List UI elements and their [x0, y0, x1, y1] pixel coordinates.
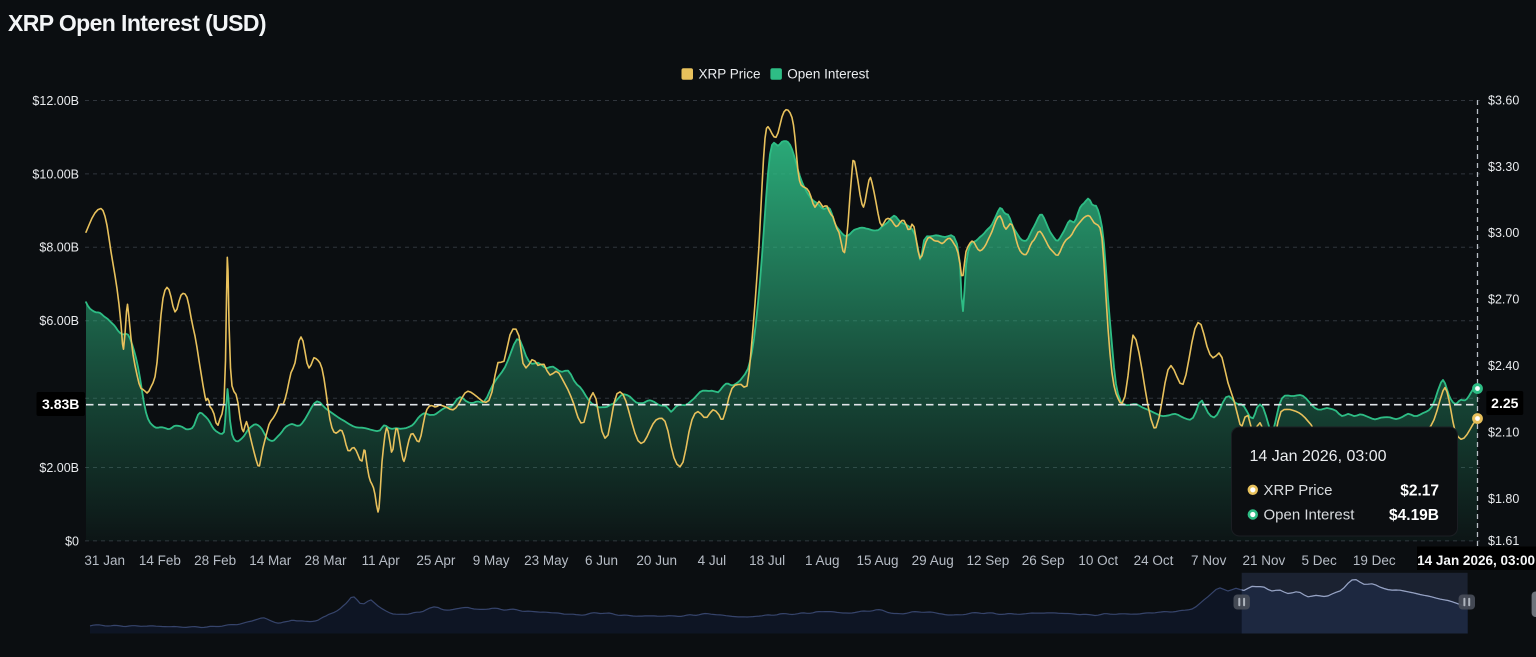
svg-text:10 Oct: 10 Oct [1078, 553, 1118, 568]
svg-text:26 Sep: 26 Sep [1022, 553, 1065, 568]
svg-text:Open Interest: Open Interest [1264, 507, 1356, 524]
svg-text:20 Jun: 20 Jun [636, 553, 677, 568]
svg-text:24 Oct: 24 Oct [1134, 553, 1174, 568]
svg-text:12 Sep: 12 Sep [967, 553, 1010, 568]
svg-text:$3.00: $3.00 [1488, 226, 1519, 240]
svg-text:14 Jan 2026, 03:00: 14 Jan 2026, 03:00 [1250, 448, 1387, 465]
svg-text:11 Apr: 11 Apr [362, 553, 401, 568]
svg-text:3.83B: 3.83B [42, 396, 79, 412]
svg-text:$2.70: $2.70 [1488, 293, 1519, 307]
svg-text:23 May: 23 May [524, 553, 569, 568]
svg-text:$3.60: $3.60 [1488, 93, 1519, 107]
svg-text:25 Apr: 25 Apr [416, 553, 456, 568]
svg-text:18 Jul: 18 Jul [749, 553, 785, 568]
svg-text:4 Jul: 4 Jul [698, 553, 727, 568]
svg-text:$2.10: $2.10 [1488, 425, 1519, 439]
svg-text:$12.00B: $12.00B [32, 94, 79, 108]
svg-text:28 Mar: 28 Mar [304, 553, 347, 568]
svg-text:$2.00B: $2.00B [39, 461, 79, 475]
svg-text:Open Interest: Open Interest [787, 67, 869, 82]
svg-text:$2.17: $2.17 [1400, 483, 1439, 500]
svg-text:$2.40: $2.40 [1488, 359, 1519, 373]
svg-text:XRP Price: XRP Price [699, 67, 761, 82]
svg-text:19 Dec: 19 Dec [1353, 553, 1396, 568]
svg-text:XRP Open Interest (USD): XRP Open Interest (USD) [8, 10, 266, 36]
svg-text:$10.00B: $10.00B [32, 167, 79, 181]
svg-text:31 Jan: 31 Jan [84, 553, 125, 568]
svg-text:$6.00B: $6.00B [39, 314, 79, 328]
svg-text:$1.80: $1.80 [1488, 492, 1519, 506]
svg-text:28 Feb: 28 Feb [194, 553, 236, 568]
svg-text:5 Dec: 5 Dec [1301, 553, 1337, 568]
svg-text:9 May: 9 May [473, 553, 510, 568]
svg-text:21 Nov: 21 Nov [1243, 553, 1286, 568]
svg-text:14 Feb: 14 Feb [139, 553, 181, 568]
svg-text:2.25: 2.25 [1491, 395, 1518, 411]
svg-text:14 Jan 2026, 03:00: 14 Jan 2026, 03:00 [1417, 553, 1535, 568]
svg-text:$8.00B: $8.00B [39, 241, 79, 255]
svg-text:$1.61: $1.61 [1488, 534, 1519, 548]
svg-text:6 Jun: 6 Jun [585, 553, 618, 568]
svg-text:1 Aug: 1 Aug [805, 553, 840, 568]
svg-text:7 Nov: 7 Nov [1191, 553, 1227, 568]
svg-text:15 Aug: 15 Aug [856, 553, 898, 568]
svg-text:$0: $0 [65, 534, 79, 548]
svg-text:29 Aug: 29 Aug [912, 553, 954, 568]
svg-text:$3.30: $3.30 [1488, 160, 1519, 174]
svg-text:XRP Price: XRP Price [1264, 482, 1333, 499]
svg-text:$4.19B: $4.19B [1389, 507, 1439, 524]
svg-text:14 Mar: 14 Mar [249, 553, 292, 568]
